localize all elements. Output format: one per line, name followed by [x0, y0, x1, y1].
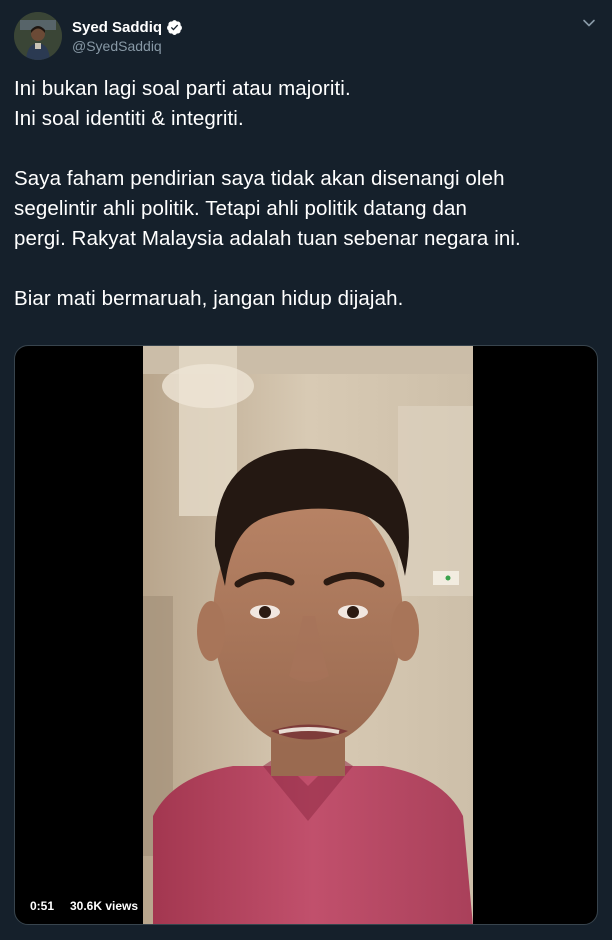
- verified-badge-icon: [167, 19, 182, 35]
- tweet-text: Ini bukan lagi soal parti atau majoriti.…: [14, 74, 598, 314]
- tweet-card: Syed Saddiq @SyedSaddiq Ini bukan lagi s…: [0, 0, 612, 940]
- video-frame[interactable]: [143, 346, 473, 924]
- video-duration-badge: 0:51: [25, 896, 60, 916]
- avatar-image: [14, 12, 62, 60]
- display-name[interactable]: Syed Saddiq: [72, 18, 162, 37]
- tweet-line: Biar mati bermaruah, jangan hidup dijaja…: [14, 287, 404, 310]
- tweet-line: segelintir ahli politik. Tetapi ahli pol…: [14, 197, 467, 220]
- video-player[interactable]: 0:51 30.6K views: [14, 345, 598, 925]
- tweet-line: pergi. Rakyat Malaysia adalah tuan seben…: [14, 227, 521, 250]
- tweet-header: Syed Saddiq @SyedSaddiq: [14, 10, 183, 62]
- tweet-line-gap: [14, 134, 598, 164]
- tweet-line-gap: [14, 254, 598, 284]
- user-names: Syed Saddiq @SyedSaddiq: [72, 18, 183, 55]
- avatar[interactable]: [14, 12, 62, 60]
- tweet-line: Ini bukan lagi soal parti atau majoriti.: [14, 77, 351, 100]
- tweet-line: Ini soal identiti & integriti.: [14, 107, 244, 130]
- name-row: Syed Saddiq: [72, 18, 183, 37]
- video-views-badge: 30.6K views: [65, 896, 144, 916]
- user-handle[interactable]: @SyedSaddiq: [72, 37, 183, 55]
- tweet-line: Saya faham pendirian saya tidak akan dis…: [14, 167, 505, 190]
- chevron-down-icon[interactable]: [582, 16, 596, 30]
- video-still: [143, 346, 473, 924]
